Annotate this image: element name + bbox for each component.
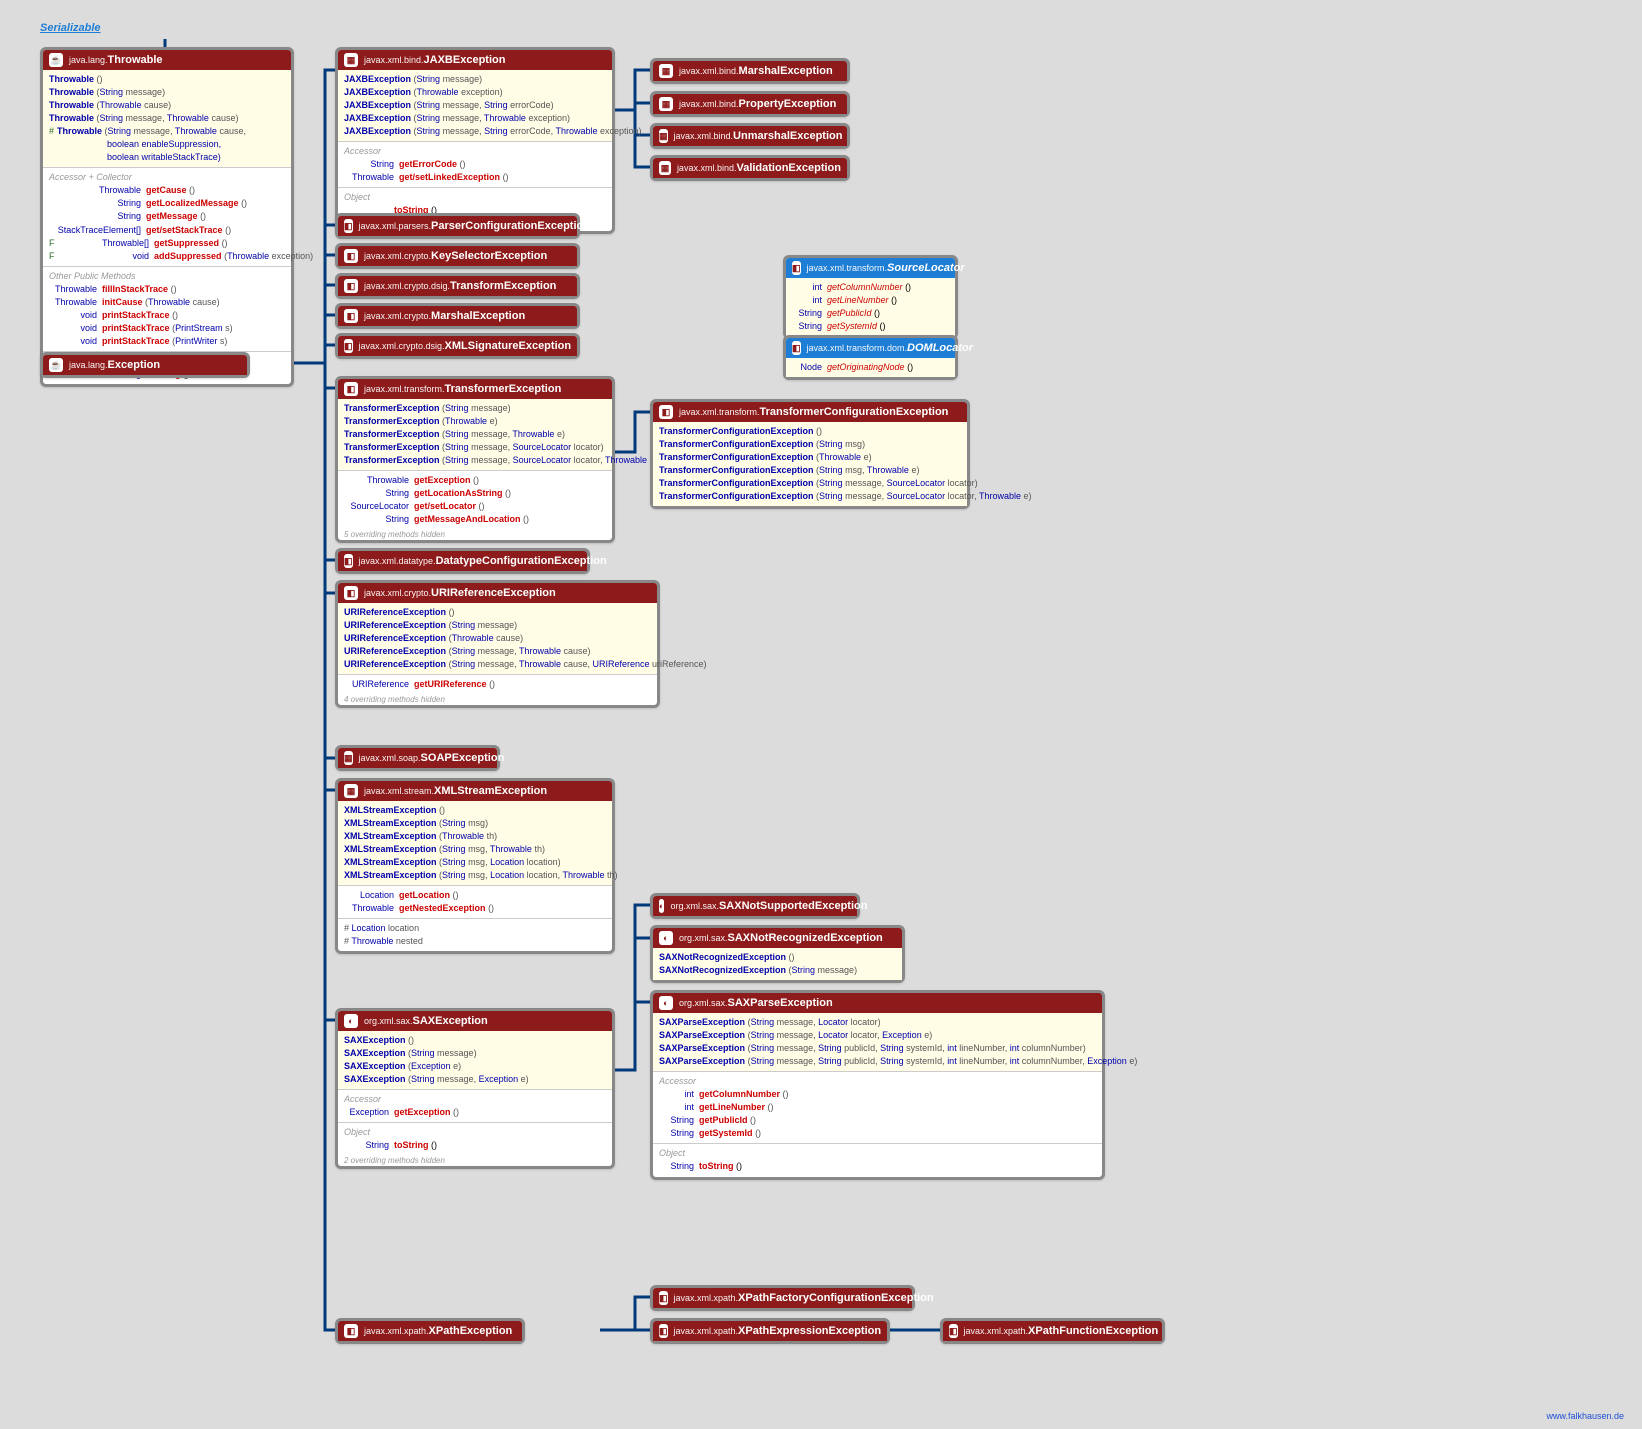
class-icon: ◐	[659, 899, 664, 913]
footer-link[interactable]: www.falkhausen.de	[1546, 1411, 1624, 1421]
class-soapexception[interactable]: ▦javax.xml.soap.SOAPException	[335, 745, 500, 771]
class-icon: ◧	[344, 249, 358, 263]
class-icon: ◧	[344, 339, 353, 353]
class-icon: ◧	[344, 309, 358, 323]
interface-icon: ◧	[792, 261, 801, 275]
class-icon: ◧	[659, 405, 673, 419]
class-propertyexception[interactable]: ▦javax.xml.bind.PropertyException	[650, 91, 850, 117]
class-icon: ◧	[949, 1324, 958, 1338]
class-icon: ◧	[344, 554, 353, 568]
class-xmlsignatureexception[interactable]: ◧javax.xml.crypto.dsig.XMLSignatureExcep…	[335, 333, 580, 359]
class-icon: ◐	[659, 931, 673, 945]
class-xpathfunctionexception[interactable]: ◧javax.xml.xpath.XPathFunctionException	[940, 1318, 1165, 1344]
class-saxnotrecognized[interactable]: ◐org.xml.sax.SAXNotRecognizedException S…	[650, 925, 905, 983]
class-xpathfactoryconfigurationexception[interactable]: ◧javax.xml.xpath.XPathFactoryConfigurati…	[650, 1285, 915, 1311]
class-icon: ▦	[659, 97, 673, 111]
class-jaxbexception[interactable]: ▦javax.xml.bind.JAXBException JAXBExcept…	[335, 47, 615, 234]
class-marshalexception[interactable]: ◧javax.xml.crypto.MarshalException	[335, 303, 580, 329]
class-parserconfigurationexception[interactable]: ◧javax.xml.parsers.ParserConfigurationEx…	[335, 213, 580, 239]
class-saxnotsupported[interactable]: ◐org.xml.sax.SAXNotSupportedException	[650, 893, 860, 919]
class-xpathexpressionexception[interactable]: ◧javax.xml.xpath.XPathExpressionExceptio…	[650, 1318, 890, 1344]
class-saxparseexception[interactable]: ◐org.xml.sax.SAXParseException SAXParseE…	[650, 990, 1105, 1180]
class-urireferenceexception[interactable]: ◧javax.xml.crypto.URIReferenceException …	[335, 580, 660, 708]
class-xmlstreamexception[interactable]: ▦javax.xml.stream.XMLStreamException XML…	[335, 778, 615, 954]
class-icon: ◧	[344, 586, 358, 600]
iface-domlocator[interactable]: ◧javax.xml.transform.dom.DOMLocator Node…	[783, 335, 958, 380]
class-icon: ◐	[344, 1014, 358, 1028]
class-icon: ◧	[344, 219, 353, 233]
class-icon: ▦	[659, 161, 671, 175]
class-xpathexception[interactable]: ◧javax.xml.xpath.XPathException	[335, 1318, 525, 1344]
class-exception[interactable]: ☕java.lang.Exception	[40, 352, 250, 378]
class-icon: ▦	[659, 64, 673, 78]
class-icon: ▦	[344, 751, 353, 765]
class-icon: ◧	[344, 1324, 358, 1338]
class-icon: ▦	[344, 53, 358, 67]
link-serializable[interactable]: Serializable	[40, 22, 101, 34]
class-transformerconfigurationexception[interactable]: ◧javax.xml.transform.TransformerConfigur…	[650, 399, 970, 509]
class-icon: ◧	[344, 279, 358, 293]
class-icon: ◧	[659, 1324, 668, 1338]
class-icon: ☕	[49, 358, 63, 372]
class-icon: ☕	[49, 53, 63, 67]
class-throwable[interactable]: ☕java.lang.Throwable Throwable ()Throwab…	[40, 47, 294, 387]
class-transformerexception[interactable]: ◧javax.xml.transform.TransformerExceptio…	[335, 376, 615, 543]
class-unmarshalexception[interactable]: ▦javax.xml.bind.UnmarshalException	[650, 123, 850, 149]
iface-sourcelocator[interactable]: ◧javax.xml.transform.SourceLocator int g…	[783, 255, 958, 339]
class-datatypeconfigurationexception[interactable]: ◧javax.xml.datatype.DatatypeConfiguratio…	[335, 548, 590, 574]
class-icon: ◧	[659, 1291, 668, 1305]
class-icon: ▦	[344, 784, 358, 798]
class-validationexception[interactable]: ▦javax.xml.bind.ValidationException	[650, 155, 850, 181]
interface-icon: ◧	[792, 341, 801, 355]
class-keyselectorexception[interactable]: ◧javax.xml.crypto.KeySelectorException	[335, 243, 580, 269]
class-icon: ◧	[344, 382, 358, 396]
class-icon: ◐	[659, 996, 673, 1010]
class-marshalexception[interactable]: ▦javax.xml.bind.MarshalException	[650, 58, 850, 84]
class-icon: ▦	[659, 129, 668, 143]
class-transformexception[interactable]: ◧javax.xml.crypto.dsig.TransformExceptio…	[335, 273, 580, 299]
class-saxexception[interactable]: ◐org.xml.sax.SAXException SAXException (…	[335, 1008, 615, 1169]
